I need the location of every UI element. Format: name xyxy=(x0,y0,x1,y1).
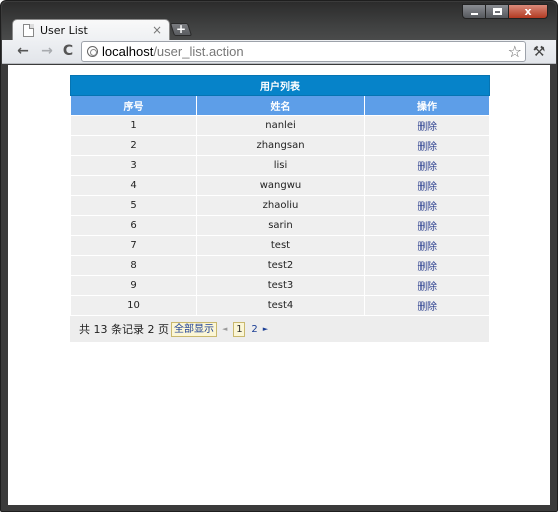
tab-title: User List xyxy=(40,24,88,37)
url-path: /user_list.action xyxy=(153,44,244,59)
maximize-icon xyxy=(493,8,502,15)
table-row: 4 wangwu 删除 xyxy=(70,175,491,196)
row-number-cell: 6 xyxy=(70,215,197,236)
table-row: 10 test4 删除 xyxy=(70,295,491,316)
row-name-cell: test3 xyxy=(196,275,365,296)
row-number-cell: 3 xyxy=(70,155,197,176)
row-action-cell: 删除 xyxy=(363,175,491,196)
table-header-row: 序号 姓名 操作 xyxy=(70,95,491,116)
close-icon: x xyxy=(524,5,532,18)
url-text[interactable]: localhost/user_list.action xyxy=(102,44,244,59)
title-bar: User List × + x xyxy=(2,2,556,41)
row-name-cell: zhaoliu xyxy=(196,195,365,216)
row-number-cell: 5 xyxy=(70,195,197,216)
row-name-cell: test4 xyxy=(196,295,365,316)
back-arrow-icon[interactable]: ← xyxy=(15,43,31,59)
row-name-cell: wangwu xyxy=(196,175,365,196)
row-action-cell: 删除 xyxy=(363,155,491,176)
table-row: 3 lisi 删除 xyxy=(70,155,491,176)
column-header-action: 操作 xyxy=(363,95,491,116)
row-action-cell: 删除 xyxy=(363,235,491,256)
row-action-cell: 删除 xyxy=(363,295,491,316)
row-name-cell: test2 xyxy=(196,255,365,276)
row-name-cell: zhangsan xyxy=(196,135,365,156)
record-summary: 共 13 条记录 2 页 xyxy=(79,323,169,336)
row-number-cell: 7 xyxy=(70,235,197,256)
prev-page-icon[interactable]: ◄ xyxy=(222,325,227,333)
row-name-cell: sarin xyxy=(196,215,365,236)
delete-link[interactable]: 删除 xyxy=(417,282,437,293)
tab-close-icon[interactable]: × xyxy=(151,23,163,37)
table-row: 2 zhangsan 删除 xyxy=(70,135,491,156)
close-window-button[interactable]: x xyxy=(508,4,548,19)
reload-icon[interactable]: C xyxy=(60,43,76,59)
table-body: 1 nanlei 删除 2 zhangsan 删除 3 lisi 删除 4 wangwu 删除 5 zha… xyxy=(70,115,491,316)
delete-link[interactable]: 删除 xyxy=(417,262,437,273)
globe-icon xyxy=(87,46,98,57)
table-row: 8 test2 删除 xyxy=(70,255,491,276)
row-name-cell: nanlei xyxy=(196,115,365,136)
table-row: 9 test3 删除 xyxy=(70,275,491,296)
delete-link[interactable]: 删除 xyxy=(417,182,437,193)
page-viewport: 用户列表 序号 姓名 操作 1 nanlei 删除 2 zhangsan 删除 3 lisi 删… xyxy=(8,65,550,505)
row-action-cell: 删除 xyxy=(363,195,491,216)
maximize-button[interactable] xyxy=(485,4,509,19)
address-bar[interactable]: localhost/user_list.action ☆ xyxy=(81,41,526,62)
row-name-cell: lisi xyxy=(196,155,365,176)
column-header-number: 序号 xyxy=(70,95,197,116)
browser-tab[interactable]: User List × xyxy=(12,19,170,41)
row-action-cell: 删除 xyxy=(363,215,491,236)
url-host: localhost xyxy=(102,44,154,59)
delete-link[interactable]: 删除 xyxy=(417,242,437,253)
row-number-cell: 4 xyxy=(70,175,197,196)
row-name-cell: test xyxy=(196,235,365,256)
table-row: 5 zhaoliu 删除 xyxy=(70,195,491,216)
row-action-cell: 删除 xyxy=(363,135,491,156)
row-number-cell: 2 xyxy=(70,135,197,156)
table-caption-row: 用户列表 xyxy=(69,75,491,96)
table-caption: 用户列表 xyxy=(69,75,491,96)
row-number-cell: 9 xyxy=(70,275,197,296)
new-tab-button[interactable]: + xyxy=(169,22,193,36)
user-table: 用户列表 序号 姓名 操作 1 nanlei 删除 2 zhangsan 删除 3 lisi 删… xyxy=(69,75,491,316)
delete-link[interactable]: 删除 xyxy=(417,302,437,313)
row-number-cell: 8 xyxy=(70,255,197,276)
delete-link[interactable]: 删除 xyxy=(417,142,437,153)
row-action-cell: 删除 xyxy=(363,275,491,296)
table-row: 6 sarin 删除 xyxy=(70,215,491,236)
pagination-bar: 共 13 条记录 2 页 全部显示 ◄ 1 2 ► xyxy=(70,316,489,342)
browser-toolbar: ← → C localhost/user_list.action ☆ ⚒ xyxy=(2,40,556,64)
forward-arrow-icon[interactable]: → xyxy=(39,43,55,59)
browser-window: User List × + x ← → C localhost/user_lis… xyxy=(0,0,558,512)
row-action-cell: 删除 xyxy=(363,115,491,136)
minimize-icon xyxy=(471,13,478,15)
row-action-cell: 删除 xyxy=(363,255,491,276)
page-icon xyxy=(23,24,34,37)
minimize-button[interactable] xyxy=(462,4,486,19)
bookmark-star-icon[interactable]: ☆ xyxy=(508,42,522,61)
wrench-icon[interactable]: ⚒ xyxy=(531,44,547,60)
current-page: 1 xyxy=(233,321,246,337)
column-header-name: 姓名 xyxy=(196,95,365,116)
window-controls: x xyxy=(462,4,548,20)
show-all-button[interactable]: 全部显示 xyxy=(170,321,217,337)
table-row: 1 nanlei 删除 xyxy=(70,115,491,136)
row-number-cell: 1 xyxy=(70,115,197,136)
page-2-link[interactable]: 2 xyxy=(251,324,257,335)
row-number-cell: 10 xyxy=(70,295,197,316)
plus-icon: + xyxy=(175,22,187,36)
delete-link[interactable]: 删除 xyxy=(417,162,437,173)
user-list-panel: 用户列表 序号 姓名 操作 1 nanlei 删除 2 zhangsan 删除 3 lisi 删… xyxy=(69,75,491,342)
delete-link[interactable]: 删除 xyxy=(417,122,437,133)
next-page-icon[interactable]: ► xyxy=(263,325,268,333)
table-row: 7 test 删除 xyxy=(70,235,491,256)
delete-link[interactable]: 删除 xyxy=(417,222,437,233)
delete-link[interactable]: 删除 xyxy=(417,202,437,213)
